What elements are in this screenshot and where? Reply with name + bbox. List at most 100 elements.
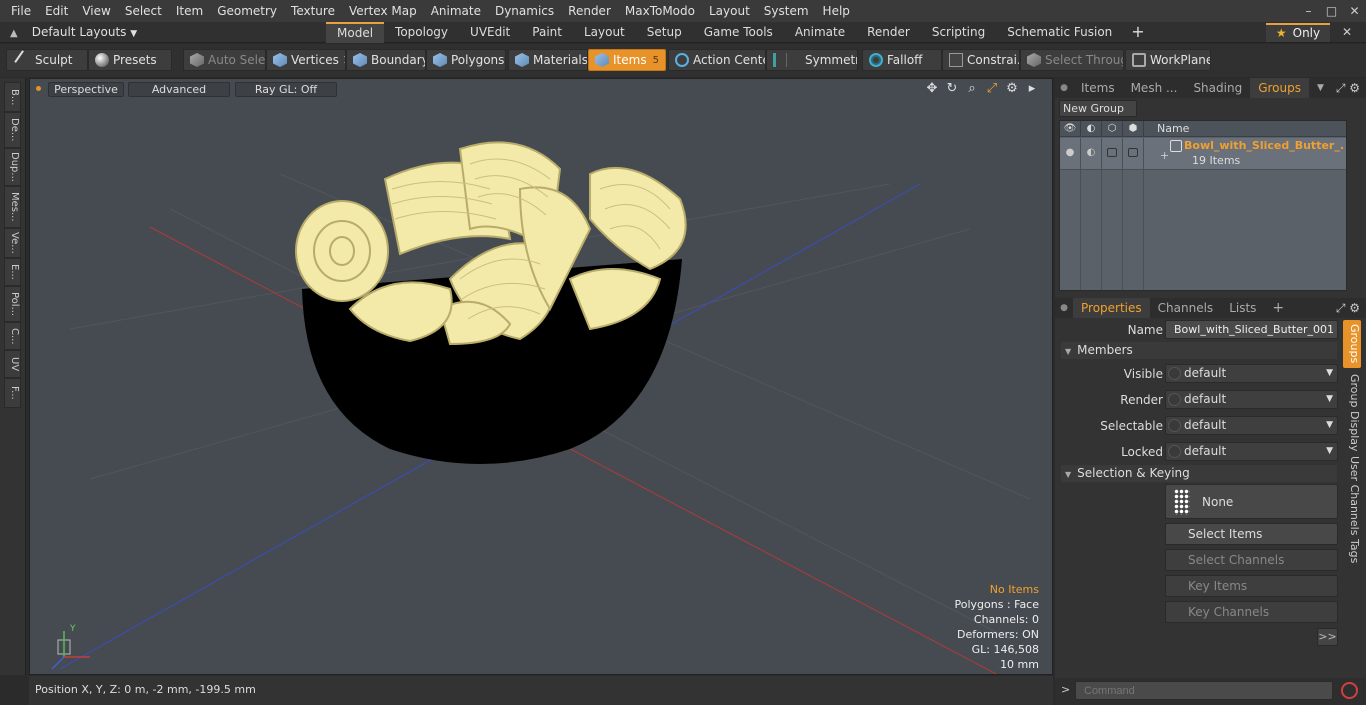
default-layouts-dropdown[interactable]: ▲ Default Layouts ▼ <box>10 22 137 44</box>
tab-setup[interactable]: Setup <box>636 22 693 43</box>
menu-item[interactable]: Item <box>169 0 210 22</box>
action-center-button[interactable]: Action Center <box>668 49 766 71</box>
left-tab-vertex[interactable]: Ve... <box>4 228 21 258</box>
items-button[interactable]: Items 5 <box>588 49 666 71</box>
expand-arrow-icon[interactable]: ▸ <box>1024 81 1040 97</box>
tab-channels[interactable]: Channels <box>1150 298 1222 318</box>
materials-button[interactable]: Materials <box>508 49 588 71</box>
locked-select[interactable]: default ▼ <box>1165 442 1338 461</box>
fit-icon[interactable]: ⤢ <box>984 81 1000 97</box>
name-column-header[interactable]: Name <box>1157 121 1189 136</box>
select-items-button[interactable]: Select Items <box>1165 523 1338 545</box>
lock-cube-icon[interactable]: ⬡ <box>1102 121 1123 137</box>
side-tab-user-channels[interactable]: User Channels <box>1343 452 1361 535</box>
menu-texture[interactable]: Texture <box>284 0 342 22</box>
zoom-icon[interactable]: ⌕ <box>964 81 980 97</box>
panel-expand-icon[interactable]: ⤢ ⚙ <box>1336 78 1360 98</box>
left-tab-polygon[interactable]: Pol... <box>4 286 21 322</box>
row-lock-toggle[interactable] <box>1102 138 1123 170</box>
row-select-toggle[interactable] <box>1123 138 1144 170</box>
tab-game-tools[interactable]: Game Tools <box>693 22 784 43</box>
panel-menu-dot-icon[interactable]: ● <box>1055 83 1073 93</box>
sculpt-button[interactable]: Sculpt <box>6 49 88 71</box>
render-icon[interactable]: ◐ <box>1081 121 1102 137</box>
side-tab-tags[interactable]: Tags <box>1343 534 1361 568</box>
tab-layout[interactable]: Layout <box>573 22 636 43</box>
only-button[interactable]: ★ Only <box>1266 23 1330 42</box>
expand-group-icon[interactable]: + <box>1160 149 1169 162</box>
row-visible-toggle[interactable]: ● <box>1060 138 1081 170</box>
close-layout-icon[interactable]: ✕ <box>1342 22 1352 42</box>
tabs-dropdown-icon[interactable]: ▼ <box>1309 78 1332 98</box>
auto-select-button[interactable]: Auto Select <box>183 49 266 71</box>
menu-help[interactable]: Help <box>816 0 857 22</box>
tab-groups[interactable]: Groups <box>1250 78 1309 98</box>
tab-items[interactable]: Items <box>1073 78 1123 98</box>
selectable-select[interactable]: default ▼ <box>1165 416 1338 435</box>
minimize-button[interactable]: – <box>1297 0 1320 22</box>
command-input[interactable] <box>1075 681 1333 700</box>
select-cube-icon[interactable]: ⬢ <box>1123 121 1144 137</box>
menu-render[interactable]: Render <box>561 0 618 22</box>
left-tab-uv[interactable]: UV <box>4 350 21 378</box>
expand-more-button[interactable]: >> <box>1317 628 1338 646</box>
props-expand-icon[interactable]: ⤢ ⚙ <box>1336 298 1360 318</box>
tab-scripting[interactable]: Scripting <box>921 22 996 43</box>
key-items-button[interactable]: Key Items <box>1165 575 1338 597</box>
symmetry-button[interactable]: Symmetry <box>766 49 858 71</box>
tab-lists[interactable]: Lists <box>1221 298 1264 318</box>
select-channels-button[interactable]: Select Channels <box>1165 549 1338 571</box>
raygl-button[interactable]: Ray GL: Off <box>235 82 337 97</box>
left-tab-edge[interactable]: E... <box>4 258 21 286</box>
presets-button[interactable]: Presets <box>88 49 172 71</box>
group-row[interactable]: ● ◐ + Bowl_with_Sliced_Butter_... 19 Ite… <box>1060 138 1346 170</box>
left-tab-curve[interactable]: C... <box>4 322 21 350</box>
tab-shading[interactable]: Shading <box>1185 78 1250 98</box>
workplane-button[interactable]: WorkPlane <box>1125 49 1211 71</box>
tab-model[interactable]: Model <box>326 22 385 43</box>
add-props-tab-button[interactable]: + <box>1264 298 1292 318</box>
rotate-icon[interactable]: ↻ <box>944 81 960 97</box>
menu-layout[interactable]: Layout <box>702 0 757 22</box>
record-macro-icon[interactable] <box>1341 682 1358 699</box>
members-section[interactable]: ▼ Members <box>1061 342 1337 359</box>
tab-mesh[interactable]: Mesh ... <box>1123 78 1186 98</box>
add-tab-button[interactable]: + <box>1123 22 1152 43</box>
polygons-button[interactable]: Polygons <box>426 49 506 71</box>
select-through-button[interactable]: Select Through <box>1020 49 1124 71</box>
boundary-button[interactable]: Boundary <box>346 49 426 71</box>
visible-select[interactable]: default ▼ <box>1165 364 1338 383</box>
left-tab-deform[interactable]: De... <box>4 112 21 148</box>
tab-schematic-fusion[interactable]: Schematic Fusion <box>996 22 1123 43</box>
settings-gear-icon[interactable]: ⚙ <box>1004 81 1020 97</box>
left-tab-mesh-edit[interactable]: Mes... <box>4 186 21 228</box>
perspective-button[interactable]: Perspective <box>48 82 124 97</box>
left-tab-basic[interactable]: B... <box>4 82 21 112</box>
props-menu-dot-icon[interactable]: ● <box>1055 303 1073 313</box>
menu-vertex-map[interactable]: Vertex Map <box>342 0 424 22</box>
new-group-button[interactable]: New Group <box>1059 100 1137 117</box>
menu-geometry[interactable]: Geometry <box>210 0 284 22</box>
tab-paint[interactable]: Paint <box>521 22 573 43</box>
tab-render[interactable]: Render <box>856 22 921 43</box>
visibility-eye-icon[interactable]: 👁 <box>1060 121 1081 137</box>
tab-uvedit[interactable]: UVEdit <box>459 22 521 43</box>
constraints-button[interactable]: Constrai... <box>942 49 1020 71</box>
viewport-menu-dot-icon[interactable] <box>36 86 41 91</box>
menu-edit[interactable]: Edit <box>38 0 75 22</box>
menu-dynamics[interactable]: Dynamics <box>488 0 561 22</box>
collapse-arrow-icon[interactable]: ▲ <box>10 28 18 39</box>
vertices-button[interactable]: Vertices1 <box>266 49 346 71</box>
tab-properties[interactable]: Properties <box>1073 298 1150 318</box>
name-field[interactable]: Bowl_with_Sliced_Butter_001 (3) <box>1165 320 1338 339</box>
key-channels-button[interactable]: Key Channels <box>1165 601 1338 623</box>
menu-view[interactable]: View <box>75 0 117 22</box>
advanced-button[interactable]: Advanced <box>128 82 230 97</box>
menu-file[interactable]: File <box>0 0 38 22</box>
none-button[interactable]: None <box>1165 484 1338 519</box>
falloff-button[interactable]: Falloff <box>862 49 942 71</box>
left-tab-fusion[interactable]: F... <box>4 378 21 408</box>
maximize-button[interactable]: □ <box>1320 0 1343 22</box>
menu-animate[interactable]: Animate <box>424 0 488 22</box>
row-render-toggle[interactable]: ◐ <box>1081 138 1102 170</box>
